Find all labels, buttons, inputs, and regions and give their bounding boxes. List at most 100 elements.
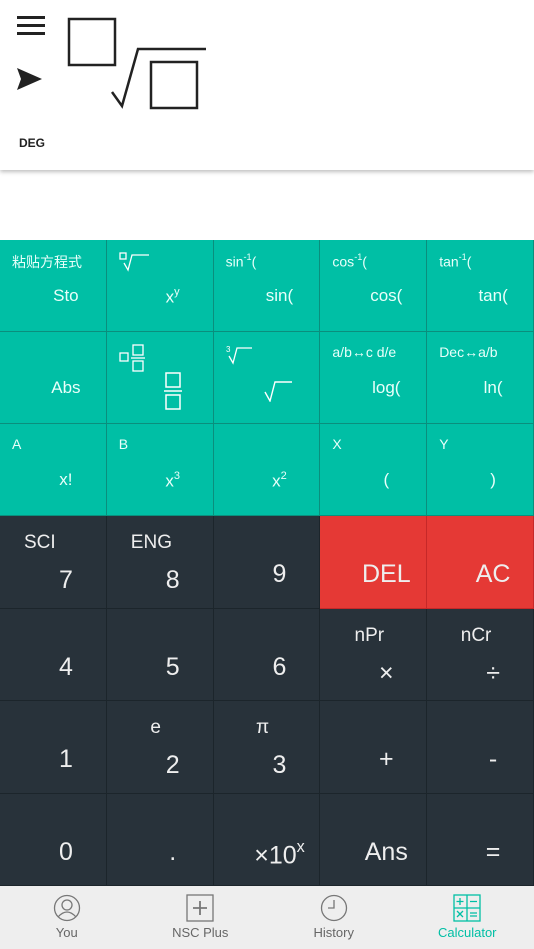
nav-you[interactable]: You xyxy=(0,886,134,949)
expression-editor[interactable]: DEG xyxy=(0,0,534,170)
secondary-label: nPr xyxy=(320,625,426,647)
nav-history[interactable]: History xyxy=(267,886,401,949)
key-tan-0-4[interactable]: tan-1( tan( xyxy=(427,240,534,332)
key-9-0-2[interactable]: 9 xyxy=(213,516,321,609)
primary-label: 6 xyxy=(214,653,320,682)
key-symbol-2-3[interactable]: + xyxy=(320,701,428,794)
key-x-2-1[interactable]: Bx3 xyxy=(106,424,214,516)
primary-text: AC xyxy=(475,560,511,588)
primary-text: - xyxy=(488,745,498,773)
key-ln-1-4[interactable]: Dec↔a/b ln( xyxy=(427,332,534,424)
nav-nsc-plus[interactable]: NSC Plus xyxy=(134,886,268,949)
secondary-text: B xyxy=(118,436,129,452)
key-symbol-3-1[interactable]: . xyxy=(106,793,214,886)
secondary-text: ENG xyxy=(130,532,172,553)
cube-root-icon: 3 xyxy=(226,344,254,369)
primary-label: ) xyxy=(427,470,533,490)
primary-label: xy xyxy=(107,286,213,308)
primary-text: ÷ xyxy=(486,658,500,687)
key-symbol-2-3[interactable]: X( xyxy=(320,424,428,516)
secondary-label: e xyxy=(107,717,213,739)
bottom-nav: You NSC Plus History Calculator xyxy=(0,886,534,949)
key-log-1-3[interactable]: a/b↔c d/e log( xyxy=(320,332,428,424)
secondary-label: π xyxy=(214,717,320,739)
primary-label: sin( xyxy=(214,286,320,306)
secondary-label: Y xyxy=(439,436,448,452)
calculator-icon xyxy=(401,894,534,922)
key-sin-0-2[interactable]: sin-1(sin( xyxy=(213,240,321,332)
key-square-root-1-2[interactable]: 3 xyxy=(213,332,321,424)
clock-icon xyxy=(267,894,401,922)
key-sto-0-0[interactable]: 粘贴方程式 Sto xyxy=(0,240,107,332)
nav-label: You xyxy=(55,925,78,940)
key-2-2-1[interactable]: e2 xyxy=(106,701,214,794)
key-symbol-2-4[interactable]: Y) xyxy=(427,424,534,516)
key-5-1-1[interactable]: 5 xyxy=(106,608,214,701)
key-4-1-0[interactable]: 4 xyxy=(0,608,107,701)
primary-text: x! xyxy=(59,470,73,489)
secondary-text: Dec↔a/b xyxy=(439,344,498,360)
primary-label: ( xyxy=(320,470,426,490)
key-x-0-1[interactable]: xy xyxy=(106,240,214,332)
primary-text: 1 xyxy=(58,745,73,773)
primary-label: ÷ xyxy=(427,659,533,688)
key-del-0-3[interactable]: DEL xyxy=(320,516,428,609)
primary-text: ln( xyxy=(483,378,503,397)
function-row: 粘贴方程式 Sto xy sin-1(sin(cos-1(cos(tan-1(tan( xyxy=(0,240,534,332)
secondary-label: ENG xyxy=(131,532,172,554)
primary-text: sin( xyxy=(265,286,294,305)
secondary-tail: ( xyxy=(251,253,257,270)
secondary-label: B xyxy=(119,436,128,452)
secondary-text: X xyxy=(332,436,342,452)
primary-label: 1 xyxy=(0,745,106,774)
key-10-3-2[interactable]: ×10x xyxy=(213,793,321,886)
primary-text: tan( xyxy=(478,286,508,305)
nav-calculator[interactable]: Calculator xyxy=(401,886,534,949)
key-symbol-1-4[interactable]: nCr ÷ xyxy=(427,608,534,701)
secondary-text: 粘贴方程式 xyxy=(12,254,82,270)
secondary-label: A xyxy=(12,436,21,452)
primary-label: - xyxy=(427,745,533,774)
primary-label: x2 xyxy=(214,470,320,492)
primary-label: 9 xyxy=(214,560,320,589)
key-6-1-2[interactable]: 6 xyxy=(213,608,321,701)
key-cos-0-3[interactable]: cos-1(cos( xyxy=(320,240,428,332)
primary-label: 8 xyxy=(107,566,213,595)
primary-text: . xyxy=(169,837,177,866)
primary-text: log( xyxy=(372,378,401,397)
primary-text: ×10 xyxy=(254,840,297,869)
send-icon[interactable] xyxy=(17,68,43,90)
key-7-0-0[interactable]: SCI 7 xyxy=(0,516,107,609)
menu-icon[interactable] xyxy=(17,16,45,36)
primary-text: 9 xyxy=(272,560,287,588)
secondary-tail: ( xyxy=(362,253,367,270)
secondary-label: tan-1( xyxy=(439,252,471,269)
primary-text: = xyxy=(485,837,501,866)
primary-text: Abs xyxy=(51,378,81,397)
key-x-2-2[interactable]: x2 xyxy=(213,424,321,516)
secondary-sup: -1 xyxy=(458,252,467,262)
key-0-3-0[interactable]: 0 xyxy=(0,793,107,886)
key-8-0-1[interactable]: ENG 8 xyxy=(106,516,214,609)
key-abs-1-0[interactable]: Abs xyxy=(0,332,107,424)
primary-text: 5 xyxy=(165,652,180,681)
primary-text: ( xyxy=(383,470,390,489)
expression-nth-root-template[interactable] xyxy=(66,16,211,112)
secondary-text: tan xyxy=(439,253,459,270)
key-ans-3-3[interactable]: Ans xyxy=(320,793,428,886)
nav-label: Calculator xyxy=(437,925,497,940)
key-3-2-2[interactable]: π3 xyxy=(213,701,321,794)
primary-text: DEL xyxy=(361,560,411,588)
key-1-2-0[interactable]: 1 xyxy=(0,701,107,794)
key-symbol-1-3[interactable]: nPr × xyxy=(320,608,428,701)
primary-label: 4 xyxy=(0,653,106,682)
secondary-text: cos xyxy=(332,253,355,270)
primary-label: DEL xyxy=(320,560,426,589)
key-fraction-1-1[interactable] xyxy=(106,332,214,424)
key-ac-0-4[interactable]: AC xyxy=(427,516,534,609)
key-symbol-2-4[interactable]: - xyxy=(427,701,534,794)
key-x-2-0[interactable]: Ax! xyxy=(0,424,107,516)
primary-label: tan( xyxy=(427,286,533,306)
key-symbol-3-4[interactable]: = xyxy=(427,793,534,886)
primary-label: log( xyxy=(320,378,426,398)
